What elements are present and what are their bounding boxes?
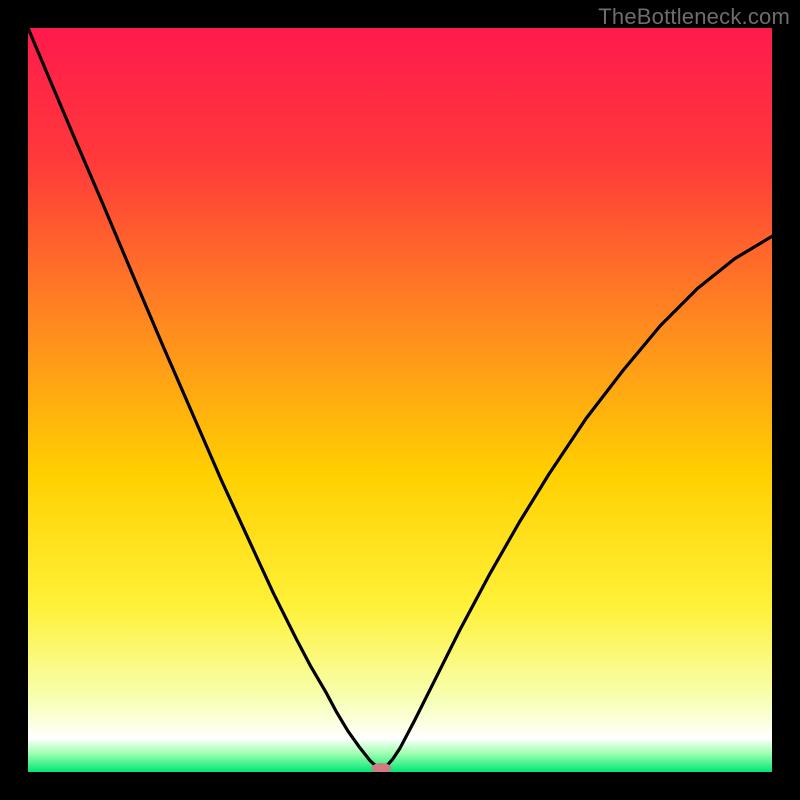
plot-area — [28, 28, 772, 772]
watermark-text: TheBottleneck.com — [598, 4, 790, 30]
chart-svg — [28, 28, 772, 772]
gradient-background — [28, 28, 772, 772]
chart-frame: TheBottleneck.com — [0, 0, 800, 800]
